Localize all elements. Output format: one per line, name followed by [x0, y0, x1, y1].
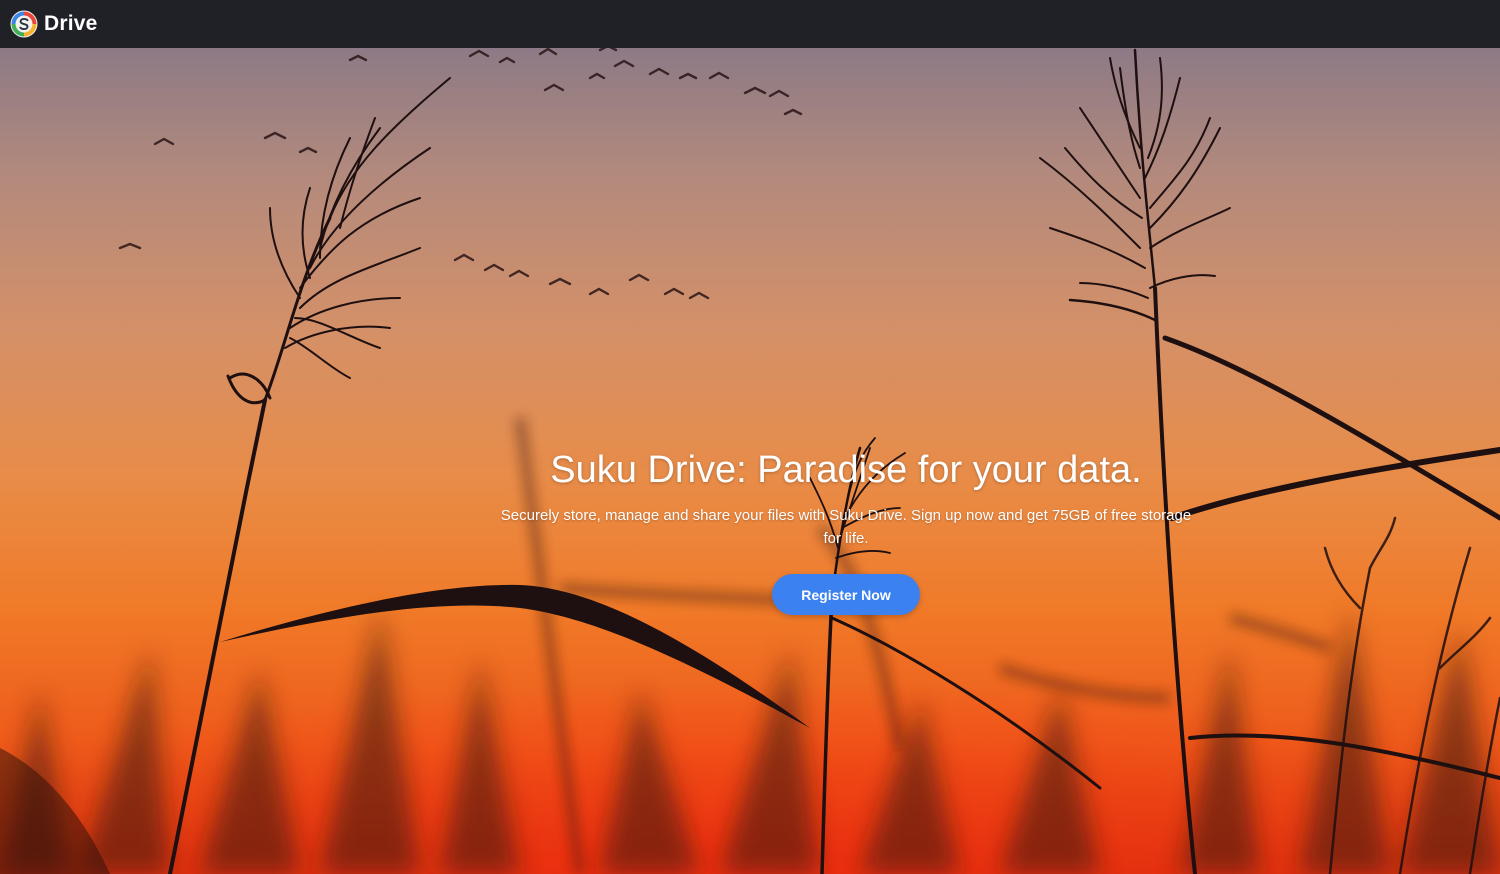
suku-logo-icon [10, 10, 38, 38]
brand-logo-link[interactable]: Drive [10, 10, 98, 38]
hero-subtitle: Securely store, manage and share your fi… [500, 507, 1192, 547]
hero-section: Suku Drive: Paradise for your data. Secu… [0, 48, 1500, 874]
top-navbar: Drive [0, 0, 1500, 48]
brand-name: Drive [44, 12, 98, 35]
hero-content: Suku Drive: Paradise for your data. Secu… [0, 446, 1500, 615]
register-now-button[interactable]: Register Now [772, 574, 920, 615]
hero-title: Suku Drive: Paradise for your data. [550, 449, 1142, 491]
